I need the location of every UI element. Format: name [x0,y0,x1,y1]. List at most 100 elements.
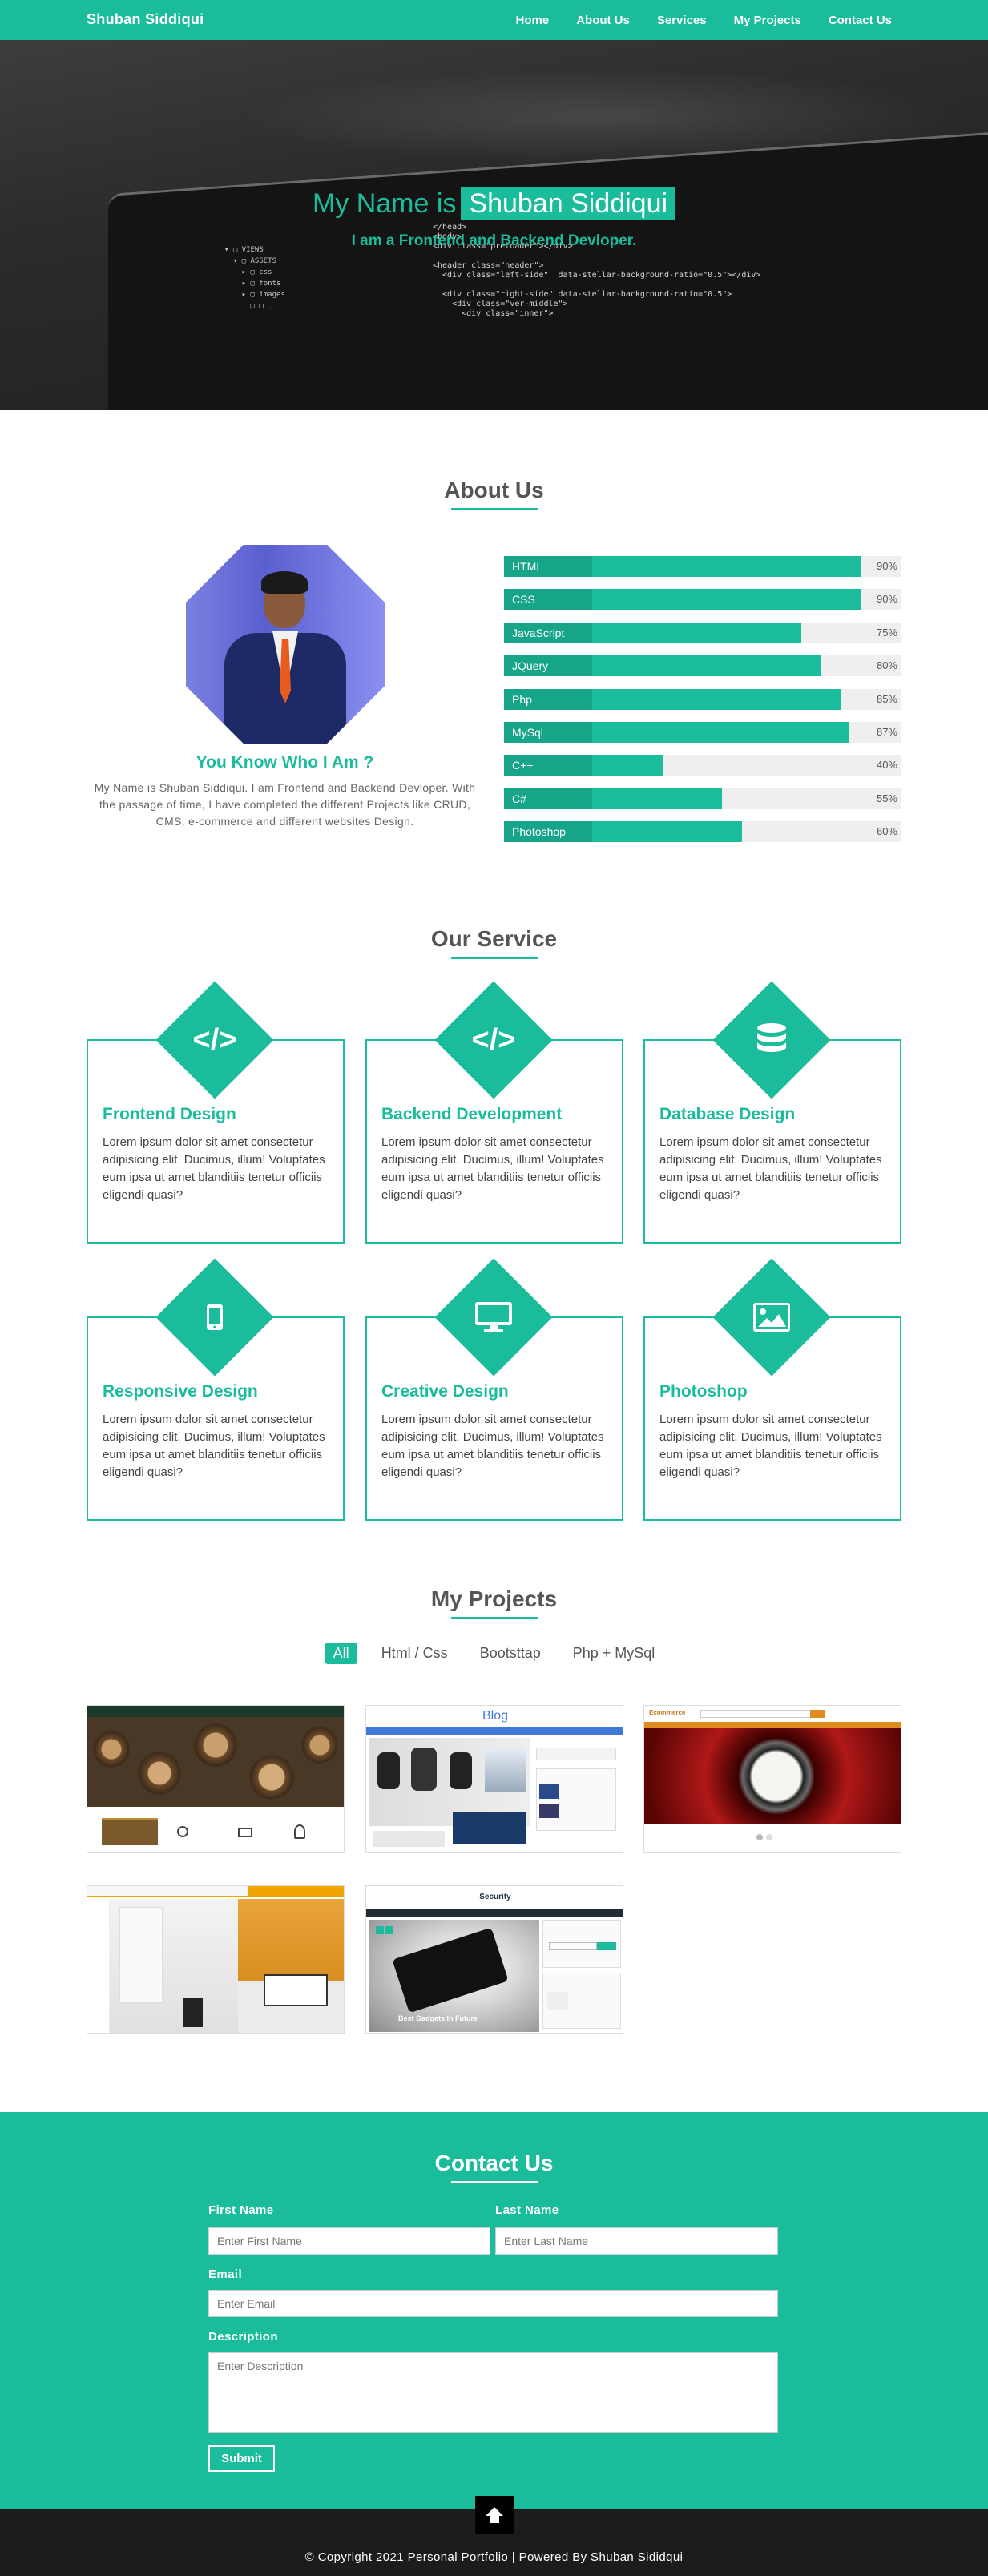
project-security-brand: Security [366,1886,623,1909]
project-ecommerce-brand: Ecommerce [649,1709,686,1716]
skill-bar-css: CSS 90% [504,589,901,611]
email-label: Email [208,2268,243,2281]
service-text: Lorem ipsum dolor sit amet consectetur a… [103,1135,325,1202]
project-card[interactable]: Blog [365,1705,623,1853]
skill-percent: 85% [876,692,897,705]
heading-underline [450,508,538,510]
project-blog-title: Blog [482,1709,509,1723]
skill-label: MySql [504,721,592,743]
project-filters: All Html / Css Bootsttap Php + MySql [0,1643,988,1664]
code-icon: </> [471,1022,516,1057]
skill-percent: 90% [876,560,897,572]
email-input[interactable] [208,2290,778,2317]
first-name-label: First Name [208,2203,274,2217]
skill-bar-cpp: C++ 40% [504,755,901,776]
description-label: Description [208,2330,278,2344]
arrow-up-icon[interactable] [475,2496,514,2534]
skill-percent: 90% [876,593,897,606]
hero-subtitle: I am a Frontend and Backend Devloper. [351,232,637,249]
service-text: Lorem ipsum dolor sit amet consectetur a… [381,1135,604,1202]
contact-heading: Contact Us [0,2151,988,2183]
service-title: Backend Development [381,1105,563,1123]
submit-button[interactable]: Submit [208,2445,275,2472]
filter-html-css[interactable]: Html / Css [373,1643,456,1664]
skill-bar-html: HTML 90% [504,556,901,577]
skill-label: JQuery [504,655,592,677]
hero-title: My Name is Shuban Siddiqui [0,187,988,220]
service-title: Frontend Design [103,1105,236,1123]
service-title: Creative Design [381,1382,509,1401]
service-text: Lorem ipsum dolor sit amet consectetur a… [659,1413,882,1479]
projects-heading-text: My Projects [430,1586,558,1611]
hero-banner: ▾ ▢ VIEWS ▾ ▢ ASSETS ▸ ▢ css ▸ ▢ fonts ▸… [0,40,988,410]
service-title: Photoshop [659,1382,748,1401]
skill-bar-csharp: C# 55% [504,788,901,809]
nav-contact[interactable]: Contact Us [829,14,892,27]
about-question: You Know Who I Am ? [196,753,374,772]
nav-links: Home About Us Services My Projects Conta… [516,0,892,40]
skills-list: HTML 90% CSS 90% JavaScript 75% JQuery 80% P… [504,556,901,855]
skill-label: Php [504,688,592,710]
profile-photo [186,545,385,744]
skill-label: C++ [504,755,592,776]
hero-title-prefix: My Name is [312,188,457,219]
skill-bar-mysql: MySql 87% [504,721,901,743]
skill-label: HTML [504,556,592,577]
mobile-icon [173,1276,256,1359]
desktop-icon [452,1276,535,1359]
last-name-label: Last Name [495,2203,559,2217]
skill-percent: 40% [876,759,897,772]
project-gadget-caption: Best Gadgets In Future [398,2014,478,2022]
skill-percent: 87% [876,725,897,738]
heading-underline [450,1617,538,1619]
skill-percent: 75% [876,626,897,639]
skill-bar-php: Php 85% [504,688,901,710]
service-title: Responsive Design [103,1382,258,1401]
filter-php-mysql[interactable]: Php + MySql [565,1643,663,1664]
about-text: My Name is Shuban Siddiqui. I am Fronten… [94,781,476,828]
hero-file-tree: ▾ ▢ VIEWS ▾ ▢ ASSETS ▸ ▢ css ▸ ▢ fonts ▸… [224,246,285,310]
brand-logo[interactable]: Shuban Siddiqui [87,11,204,28]
filter-bootstrap[interactable]: Bootsttap [472,1643,549,1664]
service-text: Lorem ipsum dolor sit amet consectetur a… [659,1135,882,1202]
code-icon: </> [192,1022,237,1057]
projects-heading: My Projects [0,1586,988,1619]
skill-label: Photoshop [504,821,592,843]
services-heading-text: Our Service [430,926,558,951]
nav-projects[interactable]: My Projects [734,14,801,27]
image-icon [730,1276,813,1359]
about-heading: About Us [0,478,988,510]
nav-home[interactable]: Home [516,14,550,27]
nav-services[interactable]: Services [657,14,707,27]
footer: © Copyright 2021 Personal Portfolio | Po… [0,2496,988,2576]
database-icon [730,998,813,1082]
copyright-text: © Copyright 2021 Personal Portfolio | Po… [304,2550,684,2564]
contact-heading-text: Contact Us [434,2151,554,2175]
skill-label: C# [504,788,592,809]
skill-percent: 55% [876,792,897,804]
skill-bar-photoshop: Photoshop 60% [504,821,901,843]
heading-underline [450,957,538,959]
last-name-input[interactable] [495,2227,778,2255]
first-name-input[interactable] [208,2227,490,2255]
contact-section: Contact Us First Name Last Name Email De… [0,2112,988,2509]
about-heading-text: About Us [444,478,544,502]
project-card[interactable] [87,1885,345,2034]
hero-name: Shuban Siddiqui [461,187,676,220]
service-text: Lorem ipsum dolor sit amet consectetur a… [381,1413,604,1479]
services-heading: Our Service [0,926,988,959]
skill-label: JavaScript [504,622,592,643]
description-textarea[interactable] [208,2352,778,2433]
skill-bar-jquery: JQuery 80% [504,655,901,677]
project-card[interactable] [87,1705,345,1853]
skill-percent: 60% [876,825,897,838]
filter-all[interactable]: All [325,1643,357,1664]
project-card[interactable]: Security Best Gadgets In Future [365,1885,623,2034]
service-title: Database Design [659,1105,796,1123]
skill-bar-javascript: JavaScript 75% [504,622,901,643]
navbar: Shuban Siddiqui Home About Us Services M… [0,0,988,40]
project-card[interactable]: Ecommerce [643,1705,901,1853]
service-text: Lorem ipsum dolor sit amet consectetur a… [103,1413,325,1479]
nav-about[interactable]: About Us [576,14,630,27]
skill-percent: 80% [876,659,897,672]
